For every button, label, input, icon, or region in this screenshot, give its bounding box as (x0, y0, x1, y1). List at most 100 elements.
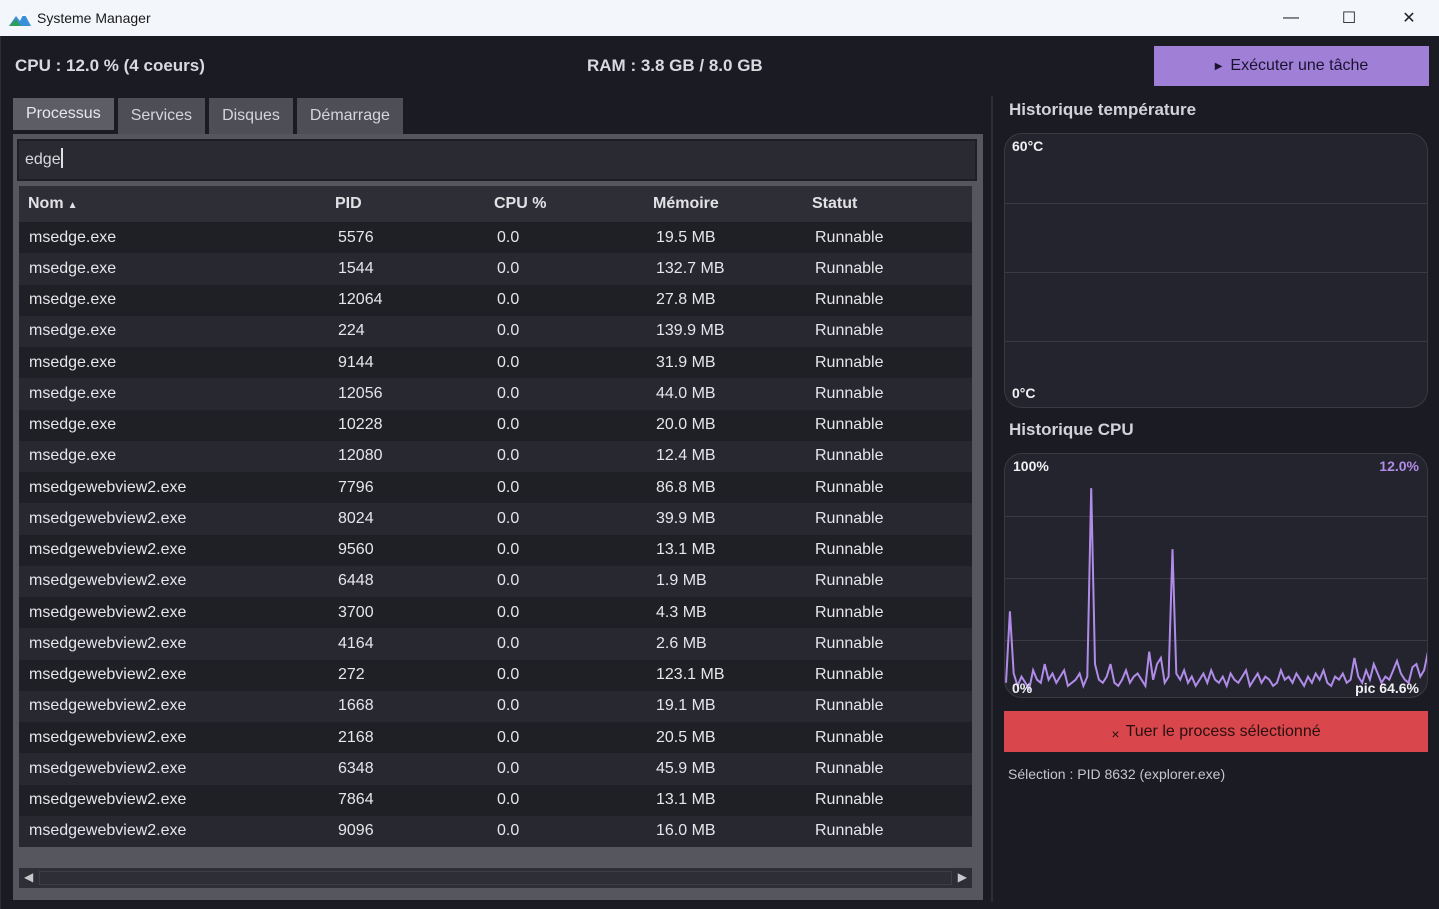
cell-nom: msedge.exe (29, 353, 117, 371)
minimize-icon: — (1283, 9, 1299, 26)
cell-cpu: 0.0 (497, 384, 520, 402)
scroll-track[interactable] (39, 871, 952, 885)
cell-pid: 9144 (338, 353, 374, 371)
cell-statut: Runnable (815, 322, 884, 340)
cell-memoire: 1.9 MB (656, 572, 707, 590)
cell-memoire: 19.1 MB (656, 697, 716, 715)
tab-processus[interactable]: Processus (13, 98, 114, 130)
cell-memoire: 86.8 MB (656, 478, 716, 496)
cpu-series-line (1005, 488, 1427, 692)
scroll-right-icon[interactable]: ▶ (958, 870, 967, 884)
cpu-summary: CPU : 12.0 % (4 coeurs) (15, 56, 205, 75)
cell-memoire: 13.1 MB (656, 791, 716, 809)
tab-services[interactable]: Services (117, 98, 206, 134)
cell-pid: 6348 (338, 759, 374, 777)
cell-memoire: 45.9 MB (656, 759, 716, 777)
table-row[interactable]: msedge.exe 12080 0.0 12.4 MB Runnable (19, 440, 972, 472)
column-header-cpu[interactable]: CPU % (494, 195, 653, 213)
table-row[interactable]: msedgewebview2.exe 9096 0.0 16.0 MB Runnable (19, 815, 972, 847)
kill-process-button[interactable]: × Tuer le process sélectionné (1004, 711, 1428, 752)
table-row[interactable]: msedgewebview2.exe 8024 0.0 39.9 MB Runnable (19, 503, 972, 535)
cell-cpu: 0.0 (497, 322, 520, 340)
temp-history-chart: 60°C 0°C (1004, 133, 1428, 408)
cell-cpu: 0.0 (497, 353, 520, 371)
cell-cpu: 0.0 (497, 728, 520, 746)
minimize-button[interactable]: — (1262, 0, 1320, 36)
table-row[interactable]: msedgewebview2.exe 272 0.0 123.1 MB Runnable (19, 659, 972, 691)
cell-pid: 12064 (338, 291, 383, 309)
cell-nom: msedgewebview2.exe (29, 603, 187, 621)
cell-memoire: 139.9 MB (656, 322, 725, 340)
cell-nom: msedgewebview2.exe (29, 634, 187, 652)
column-header-memoire[interactable]: Mémoire (653, 195, 812, 213)
process-panel: edge Nom ▲ PID CPU % Mémoire Statut msedg… (13, 134, 983, 900)
table-row[interactable]: msedge.exe 12056 0.0 44.0 MB Runnable (19, 378, 972, 410)
tab-disques[interactable]: Disques (209, 98, 293, 134)
title-bar: Systeme Manager — ☐ ✕ (0, 0, 1439, 36)
ram-summary: RAM : 3.8 GB / 8.0 GB (587, 56, 763, 75)
cell-pid: 7796 (338, 478, 374, 496)
table-row[interactable]: msedge.exe 9144 0.0 31.9 MB Runnable (19, 347, 972, 379)
cell-cpu: 0.0 (497, 416, 520, 434)
play-icon: ▶ (1214, 60, 1223, 72)
cell-statut: Runnable (815, 759, 884, 777)
cell-pid: 1668 (338, 697, 374, 715)
cell-memoire: 4.3 MB (656, 603, 707, 621)
table-row[interactable]: msedgewebview2.exe 4164 0.0 2.6 MB Runnable (19, 628, 972, 660)
table-row[interactable]: msedge.exe 10228 0.0 20.0 MB Runnable (19, 409, 972, 441)
window-title: Systeme Manager (37, 10, 151, 26)
cell-memoire: 12.4 MB (656, 447, 716, 465)
cell-cpu: 0.0 (497, 228, 520, 246)
run-task-label: Exécuter une tâche (1230, 57, 1369, 74)
table-row[interactable]: msedge.exe 224 0.0 139.9 MB Runnable (19, 315, 972, 347)
cell-memoire: 31.9 MB (656, 353, 716, 371)
horizontal-scrollbar[interactable]: ◀ ▶ (19, 868, 972, 888)
process-search-input[interactable]: edge (17, 139, 977, 181)
table-row[interactable]: msedgewebview2.exe 1668 0.0 19.1 MB Runnable (19, 690, 972, 722)
run-task-button[interactable]: ▶ Exécuter une tâche (1154, 46, 1429, 86)
cpu-history-chart: 100% 12.0% 0% pic 64.6% (1004, 453, 1428, 698)
maximize-icon: ☐ (1341, 10, 1357, 27)
scroll-left-icon[interactable]: ◀ (24, 870, 33, 884)
cell-statut: Runnable (815, 478, 884, 496)
cell-nom: msedgewebview2.exe (29, 791, 187, 809)
table-row[interactable]: msedgewebview2.exe 7864 0.0 13.1 MB Runnable (19, 784, 972, 816)
cell-nom: msedgewebview2.exe (29, 822, 187, 840)
cell-statut: Runnable (815, 509, 884, 527)
table-row[interactable]: msedge.exe 12064 0.0 27.8 MB Runnable (19, 284, 972, 316)
table-row[interactable]: msedge.exe 5576 0.0 19.5 MB Runnable (19, 222, 972, 254)
panel-divider (991, 96, 993, 902)
table-row[interactable]: msedgewebview2.exe 9560 0.0 13.1 MB Runnable (19, 534, 972, 566)
table-row[interactable]: msedge.exe 1544 0.0 132.7 MB Runnable (19, 253, 972, 285)
table-row[interactable]: msedgewebview2.exe 6348 0.0 45.9 MB Runnable (19, 753, 972, 785)
cell-statut: Runnable (815, 416, 884, 434)
cell-nom: msedge.exe (29, 228, 117, 246)
cell-pid: 12080 (338, 447, 383, 465)
cpu-min-label: 0% (1012, 680, 1033, 696)
cell-statut: Runnable (815, 634, 884, 652)
column-header-nom[interactable]: Nom ▲ (19, 195, 335, 213)
cell-pid: 7864 (338, 791, 374, 809)
column-header-statut[interactable]: Statut (812, 195, 972, 213)
table-row[interactable]: msedgewebview2.exe 2168 0.0 20.5 MB Runnable (19, 722, 972, 754)
cell-memoire: 19.5 MB (656, 228, 716, 246)
table-row[interactable]: msedgewebview2.exe 7796 0.0 86.8 MB Runnable (19, 472, 972, 504)
table-row[interactable]: msedgewebview2.exe 6448 0.0 1.9 MB Runnable (19, 565, 972, 597)
cpu-max-label: 100% (1013, 458, 1049, 474)
table-row[interactable]: msedgewebview2.exe 3700 0.0 4.3 MB Runnable (19, 597, 972, 629)
maximize-button[interactable]: ☐ (1320, 0, 1378, 36)
close-button[interactable]: ✕ (1380, 0, 1438, 36)
cell-memoire: 27.8 MB (656, 291, 716, 309)
cell-pid: 6448 (338, 572, 374, 590)
temp-max-label: 60°C (1012, 138, 1044, 154)
cell-statut: Runnable (815, 541, 884, 559)
cell-statut: Runnable (815, 791, 884, 809)
temp-gridline (1005, 203, 1427, 204)
tab-demarrage[interactable]: Démarrage (296, 98, 403, 134)
cell-cpu: 0.0 (497, 478, 520, 496)
cell-memoire: 39.9 MB (656, 509, 716, 527)
close-icon: ✕ (1402, 10, 1416, 27)
cell-pid: 9096 (338, 822, 374, 840)
column-header-pid[interactable]: PID (335, 195, 494, 213)
cell-memoire: 132.7 MB (656, 259, 725, 277)
